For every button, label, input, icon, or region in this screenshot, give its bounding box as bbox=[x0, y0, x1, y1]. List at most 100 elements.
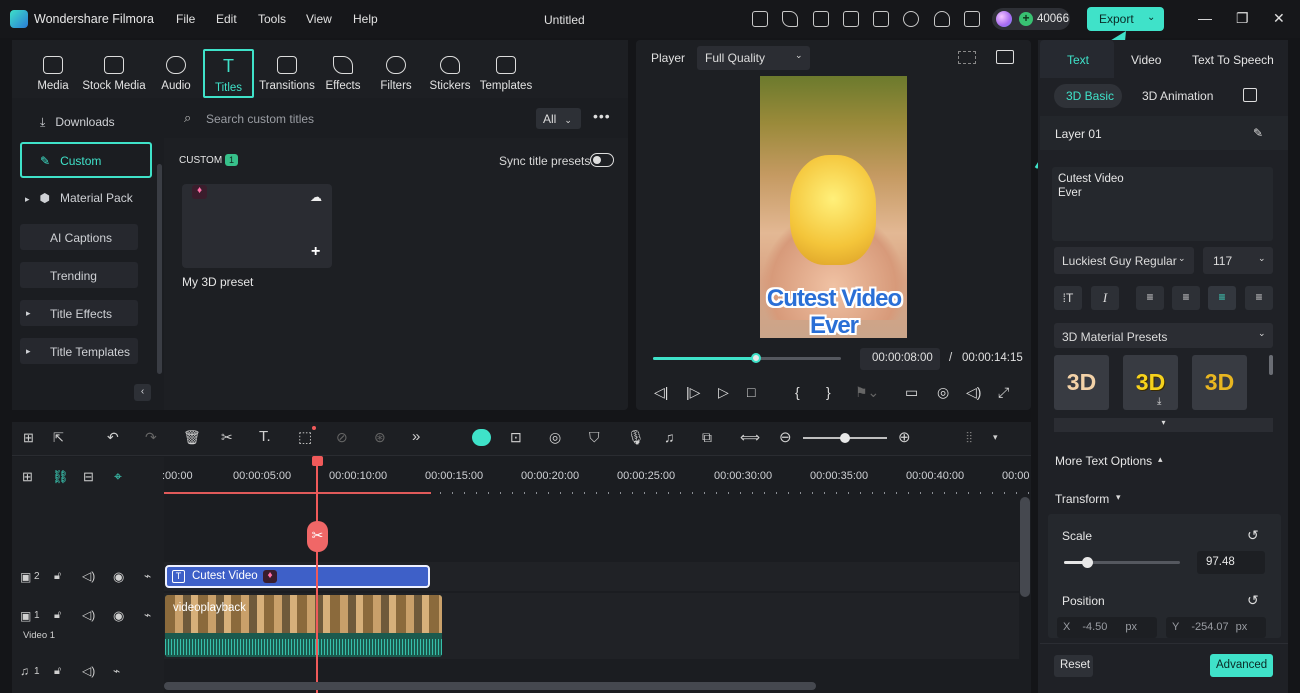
feedback-icon[interactable] bbox=[813, 11, 829, 27]
quality-select[interactable]: Full Quality ⌄ bbox=[697, 46, 810, 70]
zoom-slider-knob[interactable] bbox=[840, 433, 850, 443]
title-clip[interactable]: Cutest Video bbox=[165, 565, 430, 588]
italic-button[interactable]: I bbox=[1091, 286, 1119, 310]
play-icon[interactable]: ▷ bbox=[718, 384, 729, 401]
magic-icon[interactable]: ⌁ bbox=[144, 608, 151, 622]
fit-icon[interactable]: ⟺ bbox=[740, 429, 760, 446]
maximize-icon[interactable]: ❐ bbox=[1236, 10, 1249, 27]
undo-icon[interactable]: ↶ bbox=[107, 429, 119, 446]
scale-input[interactable]: 97.48 bbox=[1197, 551, 1265, 574]
cloud-upload-icon[interactable] bbox=[903, 11, 919, 27]
transform-label[interactable]: Transform bbox=[1055, 492, 1109, 506]
position-y-input[interactable]: Y -254.07 px bbox=[1166, 617, 1266, 638]
minimize-icon[interactable]: — bbox=[1198, 10, 1212, 26]
split-scissors-icon[interactable]: ✂ bbox=[307, 521, 328, 552]
preset-3d-gold[interactable]: 3D bbox=[1123, 355, 1178, 410]
camera-plus-icon[interactable]: ⊡ bbox=[510, 429, 522, 446]
search-input[interactable]: Search custom titles bbox=[206, 112, 314, 126]
close-icon[interactable]: ✕ bbox=[1273, 10, 1285, 27]
presets-scrollbar[interactable] bbox=[1269, 355, 1273, 375]
tab-stickers[interactable]: Stickers bbox=[428, 56, 472, 92]
sidebar-item-downloads[interactable]: ⤓ Downloads bbox=[40, 115, 115, 130]
redo-icon[interactable]: ↷ bbox=[145, 429, 157, 446]
lock-icon[interactable]: 🔓︎ bbox=[54, 570, 61, 583]
tab-effects[interactable]: Effects bbox=[321, 56, 365, 92]
font-select[interactable]: Luckiest Guy Regular ⌄ bbox=[1054, 247, 1194, 274]
send-icon[interactable] bbox=[782, 11, 798, 27]
ai-mate-icon[interactable] bbox=[472, 429, 491, 446]
current-time[interactable]: 00:00:08:00 bbox=[860, 348, 940, 370]
select-tool-icon[interactable]: ⇱ bbox=[53, 430, 64, 446]
tab-templates[interactable]: Templates bbox=[478, 56, 534, 92]
gift-icon[interactable] bbox=[752, 11, 768, 27]
next-frame-icon[interactable]: |▷ bbox=[686, 384, 700, 401]
chevron-up-icon[interactable]: ▴ bbox=[1158, 454, 1163, 465]
microphone-icon[interactable]: 🎙︎ bbox=[627, 429, 645, 446]
chevron-down-icon[interactable]: ▾ bbox=[1116, 492, 1121, 503]
reset-scale-icon[interactable]: ↺ bbox=[1247, 527, 1259, 544]
tab-text[interactable]: Text bbox=[1067, 53, 1089, 67]
apps-grid-icon[interactable] bbox=[964, 11, 980, 27]
preset-3d-warm[interactable]: 3D bbox=[1054, 355, 1109, 410]
preset-3d-amber[interactable]: 3D bbox=[1192, 355, 1247, 410]
cut-icon[interactable]: ✂ bbox=[221, 429, 233, 446]
volume-icon[interactable]: ◁) bbox=[82, 664, 95, 678]
save-icon[interactable] bbox=[873, 11, 889, 27]
magic-icon[interactable]: ⌁ bbox=[144, 569, 151, 583]
timeline-hscrollbar[interactable] bbox=[164, 682, 816, 690]
save-preset-icon[interactable] bbox=[1243, 88, 1257, 102]
lock-icon[interactable]: 🔓︎ bbox=[54, 665, 61, 678]
collapse-sidebar-icon[interactable]: ‹ bbox=[134, 384, 151, 401]
eye-icon[interactable]: ◉ bbox=[113, 608, 124, 624]
headset-icon[interactable] bbox=[934, 11, 950, 27]
reset-button[interactable]: Reset bbox=[1054, 655, 1093, 677]
sidebar-scrollbar[interactable] bbox=[157, 164, 162, 374]
tab-transitions[interactable]: Transitions bbox=[258, 56, 316, 92]
add-icon[interactable]: + bbox=[311, 243, 320, 261]
menu-view[interactable]: View bbox=[306, 12, 332, 26]
marker-icon[interactable]: ⚑⌄ bbox=[855, 384, 879, 401]
reset-position-icon[interactable]: ↺ bbox=[1247, 592, 1259, 609]
menu-help[interactable]: Help bbox=[353, 12, 378, 26]
eye-icon[interactable]: ◉ bbox=[113, 569, 124, 585]
tab-video[interactable]: Video bbox=[1131, 53, 1161, 67]
auto-reframe-icon[interactable]: ⧉ bbox=[702, 429, 712, 446]
menu-edit[interactable]: Edit bbox=[216, 12, 237, 26]
justify-button[interactable]: ≡ bbox=[1245, 286, 1273, 310]
delete-icon[interactable]: 🗑︎ bbox=[183, 429, 201, 446]
magic-icon[interactable]: ⌁ bbox=[113, 664, 120, 678]
align-center-button[interactable]: ≡ bbox=[1208, 286, 1236, 310]
lock-icon[interactable]: 🔓︎ bbox=[54, 609, 61, 622]
timeline-ruler[interactable] bbox=[164, 460, 1031, 494]
playhead-handle[interactable] bbox=[312, 456, 323, 466]
tab-filters[interactable]: Filters bbox=[374, 56, 418, 92]
text-tool-icon[interactable]: T. bbox=[259, 428, 271, 445]
grid-view-icon[interactable] bbox=[958, 51, 976, 64]
text-spacing-button[interactable]: ⁞T bbox=[1054, 286, 1082, 310]
playhead[interactable] bbox=[316, 456, 318, 693]
tab-media[interactable]: Media bbox=[31, 56, 75, 92]
ai-edit-icon[interactable]: ✎ bbox=[1253, 126, 1263, 140]
tab-text-to-speech[interactable]: Text To Speech bbox=[1192, 53, 1274, 67]
snapshot-icon[interactable]: ◎ bbox=[937, 384, 949, 401]
avatar[interactable] bbox=[996, 11, 1012, 27]
position-x-input[interactable]: X -4.50 px bbox=[1057, 617, 1157, 638]
audio-list-icon[interactable]: ♫ bbox=[664, 429, 675, 445]
more-options-icon[interactable]: ••• bbox=[593, 108, 611, 124]
zoom-in-icon[interactable]: ⊕ bbox=[898, 428, 911, 446]
display-icon[interactable]: ▭ bbox=[905, 384, 918, 401]
layout-grid-icon[interactable]: ⊞ bbox=[23, 430, 34, 446]
expand-presets-icon[interactable]: ▾ bbox=[1054, 418, 1273, 432]
text-content-field[interactable]: Cutest Video Ever bbox=[1052, 167, 1273, 241]
tab-audio[interactable]: Audio bbox=[154, 56, 198, 92]
volume-icon[interactable]: ◁) bbox=[966, 384, 981, 401]
sidebar-item-custom[interactable]: ✎ Custom bbox=[20, 142, 152, 178]
link-icon[interactable]: ⛓ bbox=[52, 469, 69, 485]
mark-in-icon[interactable]: { bbox=[795, 384, 800, 400]
render-icon[interactable]: ◎ bbox=[549, 429, 561, 446]
more-text-options[interactable]: More Text Options bbox=[1055, 454, 1152, 468]
material-presets-select[interactable]: 3D Material Presets ⌄ bbox=[1054, 323, 1273, 348]
sidebar-item-material-pack[interactable]: ▸ ⬢ Material Pack bbox=[25, 191, 133, 205]
align-left-button[interactable]: ≡ bbox=[1136, 286, 1164, 310]
sidebar-item-trending[interactable]: Trending bbox=[20, 262, 138, 288]
